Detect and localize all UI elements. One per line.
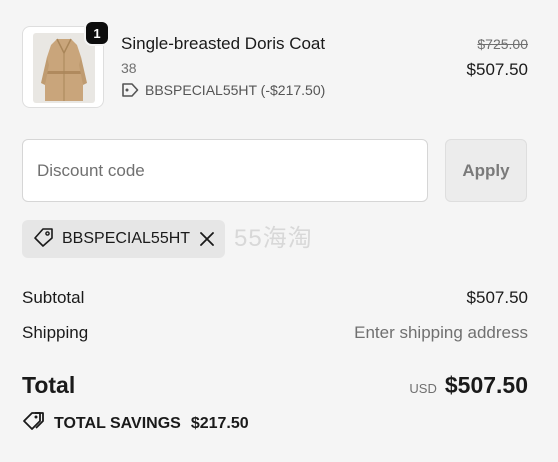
current-price: $507.50: [466, 60, 528, 79]
total-value: $507.50: [444, 372, 528, 398]
quantity-badge: 1: [84, 20, 110, 46]
product-variant: 38: [121, 60, 137, 76]
tag-icon: [121, 82, 139, 98]
subtotal-row: Subtotal $507.50: [22, 288, 528, 308]
subtotal-value: $507.50: [466, 288, 528, 307]
discount-code-input[interactable]: [22, 139, 428, 202]
apply-button[interactable]: Apply: [445, 139, 527, 202]
subtotal-label: Subtotal: [22, 288, 85, 307]
total-label: Total: [22, 372, 76, 398]
remove-discount-close-icon[interactable]: [199, 231, 215, 247]
shipping-label: Shipping: [22, 323, 89, 342]
applied-discount-tag: BBSPECIAL55HT: [22, 220, 225, 258]
item-discount-text: BBSPECIAL55HT (-$217.50): [145, 82, 326, 98]
savings-label: TOTAL SAVINGS: [54, 414, 181, 432]
product-title: Single-breasted Doris Coat: [121, 34, 326, 53]
tag-icon: [32, 227, 54, 252]
shipping-row: Shipping Enter shipping address: [22, 323, 528, 343]
savings-value: $217.50: [190, 414, 249, 432]
cart-line-item: 1 Single-breasted Doris Coat 38 BBSPECIA…: [22, 20, 528, 108]
currency-code: USD: [409, 381, 437, 396]
item-discount: BBSPECIAL55HT (-$217.50): [121, 82, 325, 98]
total-amount: USD $507.50: [409, 372, 528, 399]
total-row: Total USD $507.50: [22, 372, 528, 399]
total-savings: TOTAL SAVINGS $217.50: [22, 410, 249, 437]
shipping-value: Enter shipping address: [354, 323, 528, 342]
watermark-logo: 55海淘: [234, 225, 313, 252]
savings-tag-icon: [22, 410, 46, 437]
applied-code-label: BBSPECIAL55HT: [62, 230, 191, 247]
original-price: $725.00: [477, 36, 528, 52]
